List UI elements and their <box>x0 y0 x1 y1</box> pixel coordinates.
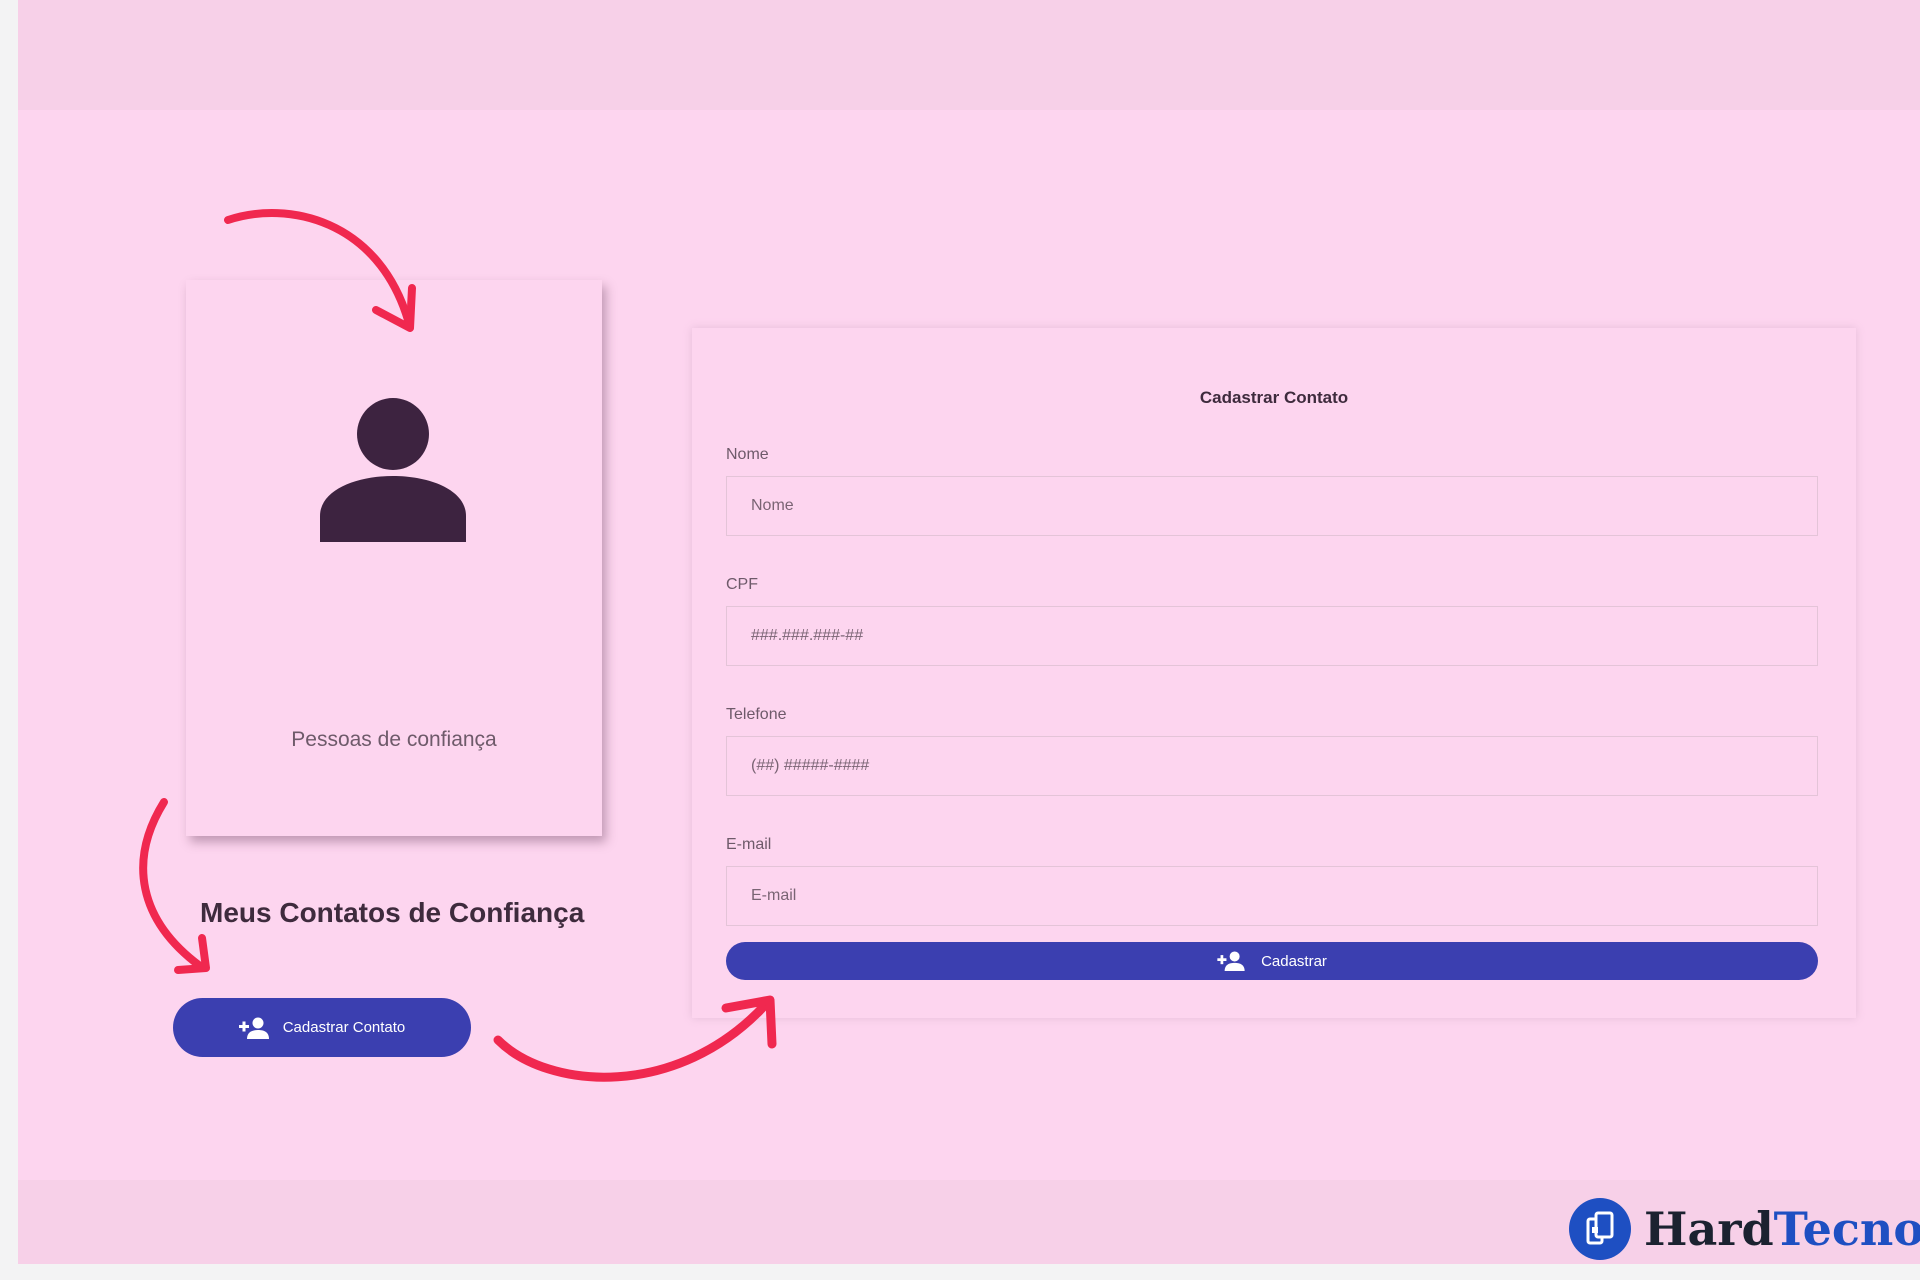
logo-wordmark: HardTecno <box>1644 1202 1920 1256</box>
card-caption: Pessoas de confiança <box>291 728 497 751</box>
top-band <box>18 0 1920 110</box>
submit-label: Cadastrar <box>1261 952 1327 970</box>
person-icon <box>320 398 466 542</box>
submit-button[interactable]: Cadastrar <box>726 942 1818 980</box>
arrow-annotation <box>139 798 210 974</box>
name-label: Nome <box>726 446 769 463</box>
profile-card: Pessoas de confiança <box>186 280 602 836</box>
register-contact-button[interactable]: Cadastrar Contato <box>173 998 471 1057</box>
add-person-icon <box>1217 951 1245 971</box>
section-title: Meus Contatos de Confiança <box>200 897 585 928</box>
email-label: E-mail <box>726 836 772 853</box>
phone-label: Telefone <box>726 706 787 723</box>
name-input[interactable] <box>726 476 1818 536</box>
email-input[interactable] <box>726 866 1818 926</box>
cpf-label: CPF <box>726 576 758 593</box>
page-canvas: Pessoas de confiança Meus Contatos de Co… <box>18 0 1920 1264</box>
phone-input[interactable] <box>726 736 1818 796</box>
register-form: Cadastrar Contato Nome CPF Telefone E-ma… <box>692 328 1856 1018</box>
phone-logo-icon <box>1569 1198 1631 1260</box>
register-contact-label: Cadastrar Contato <box>282 1019 406 1036</box>
brand-logo: HardTecno <box>1568 1194 1920 1264</box>
add-person-icon <box>238 1017 269 1039</box>
arrow-annotation <box>224 209 416 332</box>
cpf-input[interactable] <box>726 606 1818 666</box>
arrow-annotation <box>493 995 777 1082</box>
form-title: Cadastrar Contato <box>1199 388 1349 407</box>
